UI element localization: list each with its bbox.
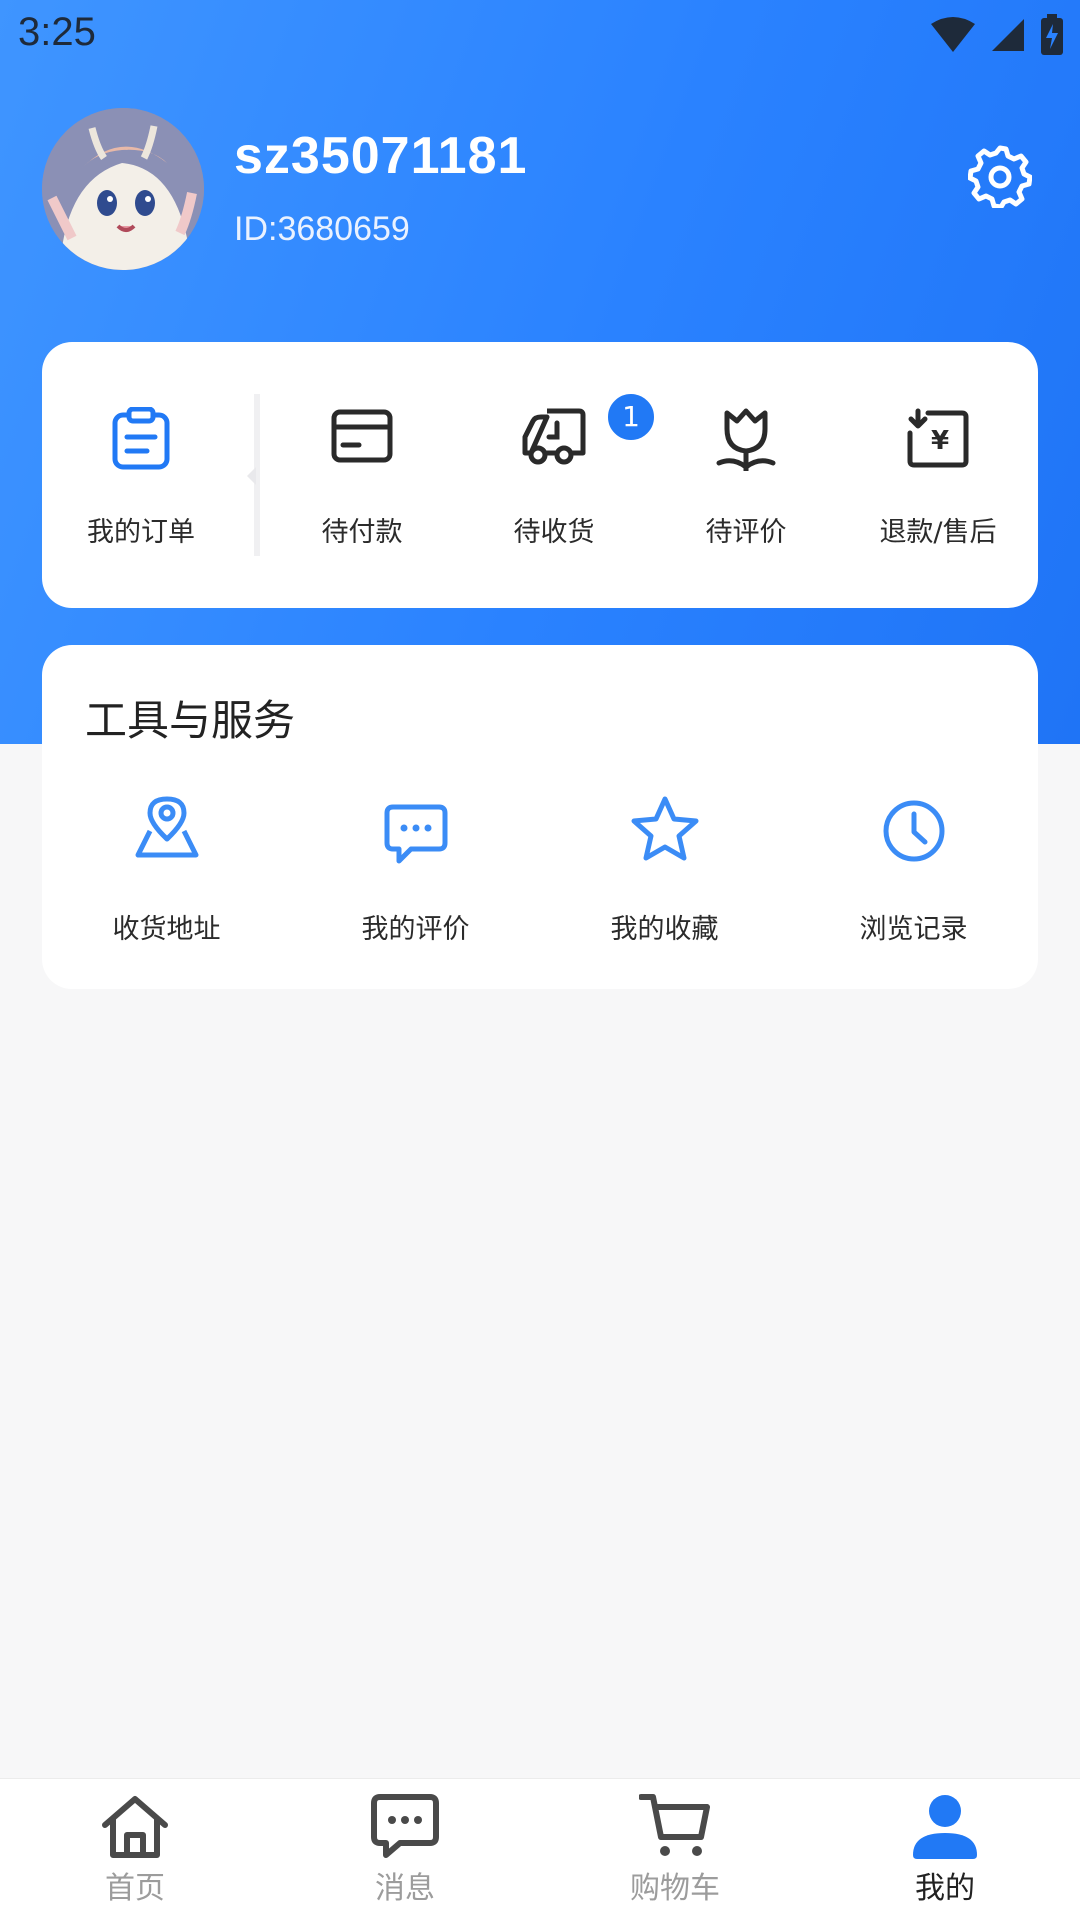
tab-home-label: 首页 <box>105 1871 165 1906</box>
my-reviews-label: 我的评价 <box>361 914 470 945</box>
pending-delivery-label: 待收货 <box>513 517 595 548</box>
star-icon <box>631 796 698 861</box>
my-reviews-button[interactable]: 我的评价 <box>291 645 540 989</box>
avatar[interactable] <box>42 108 204 270</box>
gear-icon <box>967 145 1033 210</box>
username: sz35071181 <box>234 127 528 185</box>
settings-button[interactable] <box>967 144 1033 210</box>
divider-arrow <box>247 467 256 485</box>
tools-services-card: 工具与服务 收货地址 我的评价 我的收藏 浏览记录 <box>42 645 1038 989</box>
pending-review-button[interactable]: 待评价 <box>650 342 842 608</box>
user-icon <box>913 1795 977 1859</box>
location-pin-icon <box>135 796 198 858</box>
card-icon <box>331 409 393 463</box>
pending-payment-button[interactable]: 1 待付款 <box>266 342 657 608</box>
shipping-address-label: 收货地址 <box>112 914 221 945</box>
message-icon <box>371 1794 439 1858</box>
svg-text:¥: ¥ <box>931 426 949 456</box>
tab-messages-label: 消息 <box>375 1871 435 1906</box>
truck-icon <box>522 408 586 465</box>
clock-icon <box>883 800 944 862</box>
pending-payment-label: 待付款 <box>321 517 403 548</box>
status-time: 3:25 <box>18 10 96 54</box>
battery-icon <box>1041 14 1063 55</box>
browsing-history-button[interactable]: 浏览记录 <box>789 645 1038 989</box>
orders-card: 我的订单 1 待付款 待收货 待评价 ¥ 退款/售后 <box>42 342 1038 608</box>
flower-icon <box>716 408 776 471</box>
chat-bubble-icon <box>384 804 447 864</box>
refund-icon: ¥ <box>907 408 969 468</box>
avatar-image <box>42 108 204 270</box>
my-orders-label: 我的订单 <box>87 517 195 548</box>
tab-cart[interactable]: 购物车 <box>540 1779 810 1921</box>
user-id: ID:3680659 <box>234 210 410 248</box>
refund-aftersale-button[interactable]: ¥ 退款/售后 <box>842 342 1034 608</box>
bottom-tab-bar: 首页 消息 购物车 我的 <box>0 1778 1080 1921</box>
clipboard-icon <box>112 407 170 470</box>
my-favorites-label: 我的收藏 <box>610 914 719 945</box>
browsing-history-label: 浏览记录 <box>859 914 968 945</box>
tab-cart-label: 购物车 <box>630 1871 720 1906</box>
tab-profile[interactable]: 我的 <box>810 1779 1080 1921</box>
home-icon <box>102 1796 168 1858</box>
my-favorites-button[interactable]: 我的收藏 <box>540 645 789 989</box>
wifi-icon <box>931 17 975 52</box>
tab-profile-label: 我的 <box>915 1871 975 1906</box>
status-bar: 3:25 <box>0 0 1080 74</box>
pending-review-label: 待评价 <box>705 517 787 548</box>
status-icons <box>930 14 1064 56</box>
my-orders-button[interactable]: 我的订单 <box>42 342 240 608</box>
shipping-address-button[interactable]: 收货地址 <box>42 645 291 989</box>
cart-icon <box>639 1794 710 1856</box>
refund-aftersale-label: 退款/售后 <box>879 517 997 548</box>
pending-delivery-button[interactable]: 待收货 <box>458 342 650 608</box>
signal-icon <box>992 19 1024 51</box>
tab-messages[interactable]: 消息 <box>270 1779 540 1921</box>
tab-home[interactable]: 首页 <box>0 1779 270 1921</box>
